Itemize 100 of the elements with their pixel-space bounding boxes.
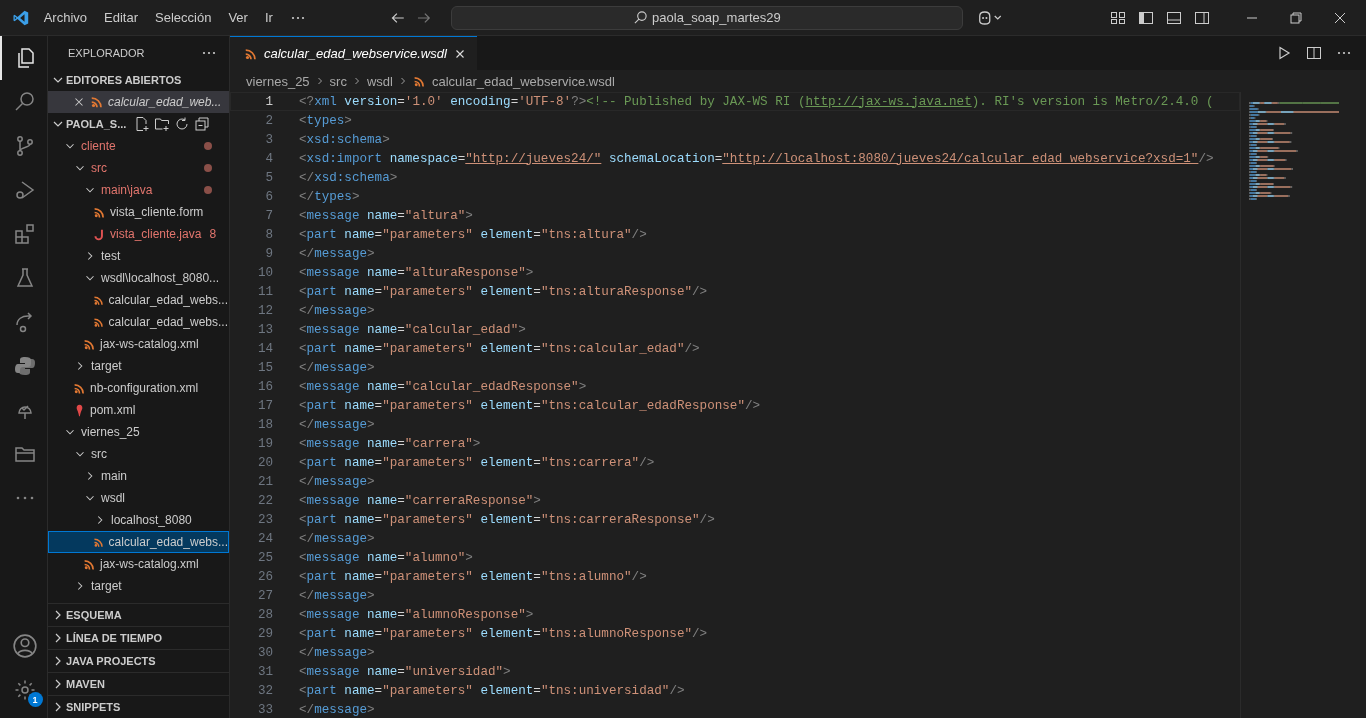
code-line: </xsd:schema> xyxy=(299,170,398,185)
tree-item[interactable]: jax-ws-catalog.xml xyxy=(48,553,229,575)
tree-item[interactable]: src xyxy=(48,443,229,465)
code-line: <part name="parameters" element="tns:alturaResponse"/> xyxy=(299,284,708,299)
code-line: </message> xyxy=(299,360,375,375)
tree-item[interactable]: pom.xml xyxy=(48,399,229,421)
menu-item[interactable]: Selección xyxy=(155,10,212,25)
breadcrumb-item[interactable]: viernes_25 xyxy=(246,73,310,89)
tree-item[interactable]: cliente xyxy=(48,135,229,157)
line-number: 10 xyxy=(256,265,273,280)
rss-icon xyxy=(83,337,96,351)
tree-item[interactable]: viernes_25 xyxy=(48,421,229,443)
collapse-all-icon[interactable] xyxy=(194,116,211,132)
code-line: </message> xyxy=(299,303,375,318)
rss-icon xyxy=(412,74,426,88)
line-number: 12 xyxy=(256,303,273,318)
line-number: 15 xyxy=(256,360,273,375)
line-number: 28 xyxy=(256,607,273,622)
tree-item[interactable]: wsdl\localhost_8080... xyxy=(48,267,229,289)
code-line: </message> xyxy=(299,417,375,432)
menu-item[interactable]: Ir xyxy=(264,10,273,25)
new-file-icon[interactable] xyxy=(134,116,151,132)
tree-item[interactable]: vista_cliente.java 8 xyxy=(48,223,229,245)
tree-item[interactable]: nb-configuration.xml xyxy=(48,377,229,399)
section-header[interactable]: ESQUEMA xyxy=(48,603,229,626)
section-header[interactable]: LÍNEA DE TIEMPO xyxy=(48,626,229,649)
line-number: 21 xyxy=(256,474,273,489)
tree-item[interactable]: wsdl xyxy=(48,487,229,509)
tree-item[interactable]: target xyxy=(48,575,229,597)
tree-item[interactable]: calcular_edad_webs... xyxy=(48,289,229,311)
section-header[interactable]: MAVEN xyxy=(48,672,229,695)
restore-icon[interactable] xyxy=(1288,9,1304,26)
editor-tab[interactable]: calcular_edad_webservice.wsdl xyxy=(230,36,477,70)
line-number: 19 xyxy=(256,436,273,451)
secondary-sidebar-icon[interactable] xyxy=(1194,9,1210,26)
code-line: <message name="alumnoResponse"> xyxy=(299,607,534,622)
search-field[interactable]: paola_soap_martes29 xyxy=(451,5,963,30)
section-header[interactable]: JAVA PROJECTS xyxy=(48,649,229,672)
line-number: 3 xyxy=(264,132,273,147)
breadcrumb-item[interactable]: src xyxy=(329,73,347,89)
code-line: <part name="parameters" element="tns:calcular_edadResponse"/> xyxy=(299,398,761,413)
java-file-icon xyxy=(93,227,106,241)
tree-item[interactable]: main xyxy=(48,465,229,487)
line-number: 13 xyxy=(256,322,273,337)
code-line: <message name="universidad"> xyxy=(299,664,511,679)
open-editor-item[interactable]: calcular_edad_web... xyxy=(48,91,229,113)
line-number: 23 xyxy=(256,512,273,527)
tree-item[interactable]: target xyxy=(48,355,229,377)
code-line: <xsd:import namespace="http://jueves24/" schemaLocation="http://localhost:8080/jueves24/calcular_edad_webservice?xsd=1"/> xyxy=(299,151,1214,166)
account-icon[interactable] xyxy=(11,633,38,659)
line-number: 22 xyxy=(256,493,273,508)
refresh-icon[interactable] xyxy=(174,116,191,132)
rss-icon xyxy=(83,557,96,571)
code-line: <types> xyxy=(299,113,352,128)
breadcrumb-item[interactable]: calcular_edad_webservice.wsdl xyxy=(412,73,615,89)
search-icon xyxy=(633,10,649,25)
python-icon[interactable] xyxy=(12,354,37,378)
run-icon[interactable] xyxy=(1276,45,1292,61)
line-number: 6 xyxy=(264,189,273,204)
tree-item[interactable]: test xyxy=(48,245,229,267)
code-line: <part name="parameters" element="tns:alumnoResponse"/> xyxy=(299,626,708,641)
code-line: </types> xyxy=(299,189,360,204)
line-number: 1 xyxy=(264,94,273,109)
tree-item[interactable]: calcular_edad_webs... xyxy=(48,531,229,553)
line-number: 32 xyxy=(256,683,273,698)
code-line: </message> xyxy=(299,645,375,660)
breadcrumb-item[interactable]: wsdl xyxy=(366,73,393,89)
code-line: <message name="calcular_edadResponse"> xyxy=(299,379,587,394)
sidebar-toggle-icon[interactable] xyxy=(1138,9,1154,26)
tree-item[interactable]: main\java xyxy=(48,179,229,201)
app-logo-icon[interactable] xyxy=(12,8,30,27)
line-number: 20 xyxy=(256,455,273,470)
tree-item[interactable]: localhost_8080 xyxy=(48,509,229,531)
tree-item[interactable]: src xyxy=(48,157,229,179)
minimap-drawing[interactable] xyxy=(1249,102,1341,202)
tree-item[interactable]: calcular_edad_webs... xyxy=(48,311,229,333)
code-line: <part name="parameters" element="tns:carrera"/> xyxy=(299,455,655,470)
section-header[interactable]: SNIPPETS xyxy=(48,695,229,718)
rss-icon xyxy=(244,46,258,61)
line-number: 18 xyxy=(256,417,273,432)
layout-icon[interactable] xyxy=(1110,9,1126,26)
section-header[interactable]: EDITORES ABIERTOS xyxy=(48,69,229,91)
menu-item[interactable]: Ver xyxy=(228,10,248,25)
tree-item[interactable]: vista_cliente.form xyxy=(48,201,229,223)
code-line: <part name="parameters" element="tns:universidad"/> xyxy=(299,683,685,698)
code-line: <message name="altura"> xyxy=(299,208,473,223)
menu-item[interactable]: Editar xyxy=(104,10,138,25)
panel-toggle-icon[interactable] xyxy=(1166,9,1182,26)
new-folder-icon[interactable] xyxy=(154,116,171,132)
extensions-icon[interactable] xyxy=(12,222,37,246)
line-number: 4 xyxy=(264,151,273,166)
project-header[interactable]: PAOLA_S... xyxy=(50,116,127,132)
code-line: <message name="alturaResponse"> xyxy=(299,265,534,280)
line-number: 16 xyxy=(256,379,273,394)
code-line: <message name="alumno"> xyxy=(299,550,473,565)
menu-item[interactable]: Archivo xyxy=(43,10,88,25)
tree-item[interactable]: jax-ws-catalog.xml xyxy=(48,333,229,355)
line-number: 24 xyxy=(256,531,273,546)
split-editor-icon[interactable] xyxy=(1306,45,1322,61)
line-number: 27 xyxy=(256,588,273,603)
